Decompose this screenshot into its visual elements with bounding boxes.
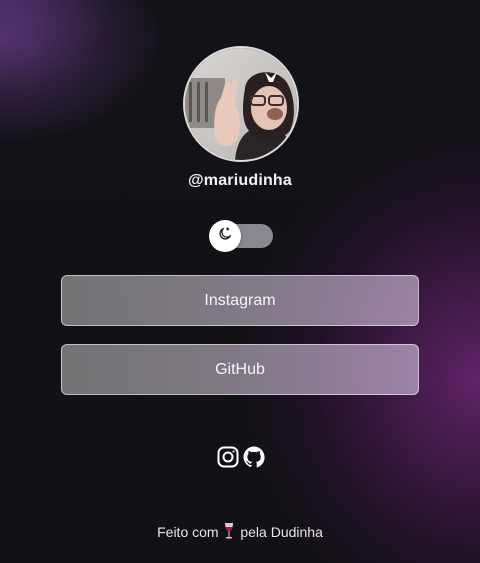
theme-toggle[interactable] [209,220,273,252]
wine-glass-icon [224,522,234,543]
footer-suffix: pela Dudinha [240,524,323,540]
instagram-link-label: Instagram [204,291,276,309]
username: @mariudinha [187,172,293,189]
toggle-knob[interactable] [209,220,241,252]
moon-icon [217,226,233,247]
social-icons [216,444,266,470]
profile-photo [185,48,297,160]
instagram-icon[interactable] [216,445,240,469]
github-link-label: GitHub [215,360,265,378]
instagram-link-button[interactable]: Instagram [61,275,419,326]
github-link-button[interactable]: GitHub [61,344,419,395]
footer: Feito com pela Dudinha [0,522,480,543]
github-icon[interactable] [242,445,266,469]
footer-prefix: Feito com [157,524,219,540]
avatar [185,48,297,160]
